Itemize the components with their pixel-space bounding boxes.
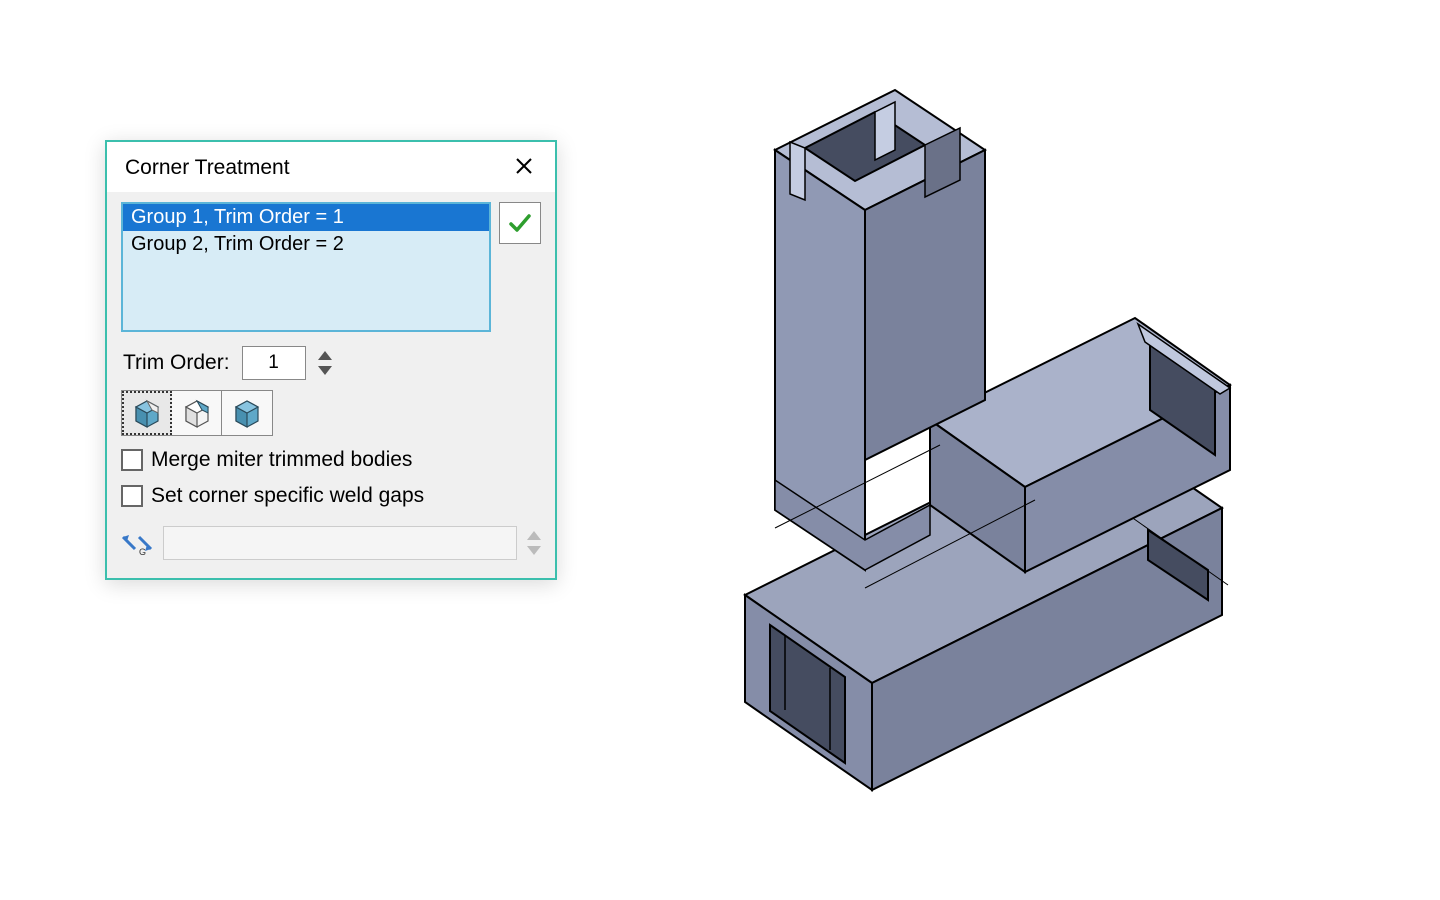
trim-order-row: Trim Order: [121, 346, 541, 380]
treatment-toggle-group [121, 390, 273, 436]
dialog-title: Corner Treatment [125, 156, 290, 180]
close-button[interactable] [511, 154, 537, 182]
trim-order-label: Trim Order: [123, 351, 230, 375]
chevron-down-icon[interactable] [318, 366, 332, 375]
cube-icon [180, 397, 214, 429]
merge-miter-row: Merge miter trimmed bodies [121, 448, 541, 472]
weld-gaps-checkbox[interactable] [121, 485, 143, 507]
chevron-down-icon [527, 546, 541, 555]
weld-gap-icon: G [121, 529, 153, 557]
cube-icon [130, 397, 164, 429]
corner-treatment-dialog: Corner Treatment Group 1, Trim Order = 1… [105, 140, 557, 580]
checkmark-icon [507, 210, 533, 236]
group-list-item[interactable]: Group 2, Trim Order = 2 [123, 231, 489, 258]
trim-type-3-button[interactable] [222, 391, 272, 435]
trim-order-spinner[interactable] [318, 351, 332, 375]
close-icon [515, 157, 533, 175]
merge-miter-label: Merge miter trimmed bodies [151, 448, 412, 472]
merge-miter-checkbox[interactable] [121, 449, 143, 471]
svg-text:G: G [139, 547, 146, 557]
list-area: Group 1, Trim Order = 1 Group 2, Trim Or… [121, 202, 541, 332]
dialog-header: Corner Treatment [107, 142, 555, 192]
weld-gaps-label: Set corner specific weld gaps [151, 484, 424, 508]
gap-input [163, 526, 517, 560]
dialog-body: Group 1, Trim Order = 1 Group 2, Trim Or… [107, 192, 555, 578]
chevron-up-icon [527, 531, 541, 540]
structural-members-illustration [640, 70, 1280, 800]
gap-row: G [121, 526, 541, 560]
gap-spinner [527, 531, 541, 555]
trim-type-1-button[interactable] [122, 391, 172, 435]
ok-button[interactable] [499, 202, 541, 244]
group-list[interactable]: Group 1, Trim Order = 1 Group 2, Trim Or… [121, 202, 491, 332]
chevron-up-icon[interactable] [318, 351, 332, 360]
cube-icon [230, 397, 264, 429]
model-3d-view[interactable] [640, 70, 1280, 800]
trim-order-input[interactable] [242, 346, 306, 380]
weld-gaps-row: Set corner specific weld gaps [121, 484, 541, 508]
trim-type-2-button[interactable] [172, 391, 222, 435]
group-list-item[interactable]: Group 1, Trim Order = 1 [123, 204, 489, 231]
